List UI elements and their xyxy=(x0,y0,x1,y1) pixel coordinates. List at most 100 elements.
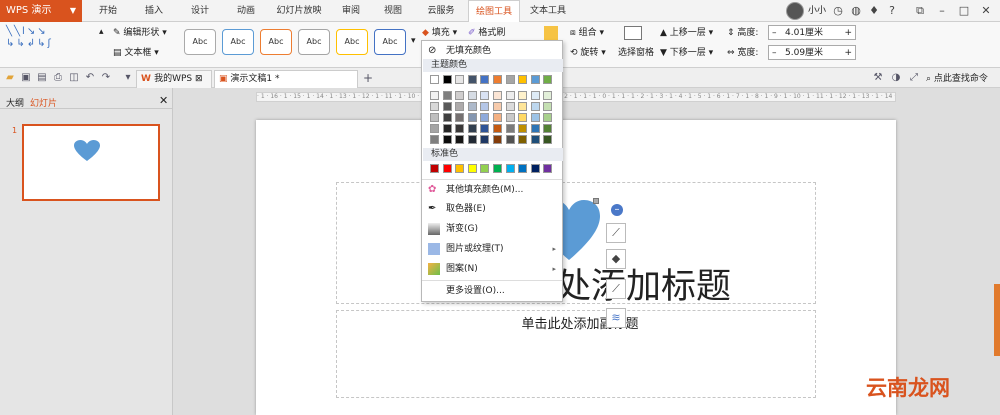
tab-animation[interactable]: 动画 xyxy=(226,0,266,22)
maximize-icon[interactable]: □ xyxy=(956,3,972,19)
shape-style-4[interactable]: Abc xyxy=(298,29,330,55)
more-settings-item[interactable]: 更多设置(O)... xyxy=(422,282,562,300)
standard-color-swatch[interactable] xyxy=(530,164,540,173)
theme-shade-swatch[interactable] xyxy=(442,124,452,133)
standard-color-swatch[interactable] xyxy=(442,164,452,173)
redo-icon[interactable]: ↷ xyxy=(100,72,112,84)
theme-color-swatch[interactable] xyxy=(518,75,528,84)
selection-pane-button[interactable]: 选择窗格 xyxy=(618,46,654,60)
theme-color-swatch[interactable] xyxy=(455,75,465,84)
layers-icon[interactable]: ≋ xyxy=(606,308,626,328)
clock-icon[interactable]: ◷ xyxy=(830,3,846,19)
gallery-scroll-icon[interactable]: ▴ xyxy=(99,25,109,39)
shape-edit-icon[interactable]: ⟋ xyxy=(606,223,626,243)
tab-cloud[interactable]: 云服务 xyxy=(418,0,464,22)
theme-shade-swatch[interactable] xyxy=(543,135,553,144)
theme-shade-swatch[interactable] xyxy=(505,135,515,144)
undo-icon[interactable]: ↶ xyxy=(84,72,96,84)
width-decrement[interactable]: – xyxy=(772,46,777,60)
theme-shade-swatch[interactable] xyxy=(518,124,528,133)
skin-icon[interactable]: ◍ xyxy=(848,3,864,19)
theme-shade-swatch[interactable] xyxy=(467,124,477,133)
theme-shade-swatch[interactable] xyxy=(530,102,540,111)
user-name[interactable]: 小小 xyxy=(808,3,826,19)
theme-color-swatch[interactable] xyxy=(505,75,515,84)
help-icon[interactable]: ? xyxy=(884,3,900,19)
height-stepper[interactable]: – 4.01厘米 + xyxy=(768,25,856,40)
theme-color-swatch[interactable] xyxy=(493,75,502,84)
theme-shade-swatch[interactable] xyxy=(455,113,465,122)
width-increment[interactable]: + xyxy=(844,46,852,60)
height-value[interactable]: 4.01厘米 xyxy=(785,26,823,40)
theme-shade-swatch[interactable] xyxy=(430,91,439,100)
standard-color-swatch[interactable] xyxy=(467,164,477,173)
export-icon[interactable]: ▤ xyxy=(36,72,48,84)
tab-design[interactable]: 设计 xyxy=(180,0,220,22)
theme-shade-swatch[interactable] xyxy=(467,102,477,111)
theme-color-swatch[interactable] xyxy=(530,75,540,84)
tab-my-wps[interactable]: W 我的WPS ⊠ xyxy=(136,70,212,88)
theme-shade-swatch[interactable] xyxy=(505,113,515,122)
theme-shade-swatch[interactable] xyxy=(442,113,452,122)
gradient-item[interactable]: 渐变(G) xyxy=(422,220,562,238)
theme-color-swatch[interactable] xyxy=(467,75,477,84)
theme-shade-swatch[interactable] xyxy=(493,91,502,100)
theme-shade-swatch[interactable] xyxy=(430,124,439,133)
theme-shade-swatch[interactable] xyxy=(530,91,540,100)
theme-shade-swatch[interactable] xyxy=(493,113,502,122)
picture-texture-item[interactable]: 图片或纹理(T) ▸ xyxy=(422,240,562,258)
shape-effect-icon[interactable] xyxy=(544,26,558,40)
command-search[interactable]: ⌕ 点此查找命令 xyxy=(926,72,996,86)
height-decrement[interactable]: – xyxy=(772,26,777,40)
theme-shade-swatch[interactable] xyxy=(543,113,553,122)
theme-color-swatch[interactable] xyxy=(430,75,439,84)
theme-shade-swatch[interactable] xyxy=(480,113,490,122)
standard-color-swatch[interactable] xyxy=(543,164,553,173)
theme-shade-swatch[interactable] xyxy=(430,113,439,122)
selection-handle-top-right[interactable] xyxy=(593,198,599,204)
standard-color-swatch[interactable] xyxy=(518,164,528,173)
minimize-icon[interactable]: – xyxy=(934,3,950,19)
theme-shade-swatch[interactable] xyxy=(430,135,439,144)
standard-color-swatch[interactable] xyxy=(455,164,465,173)
bring-forward-button[interactable]: ▲ 上移一层 ▾ xyxy=(660,26,713,40)
slide-subtitle[interactable]: 单击此处添加副标题 xyxy=(450,313,710,332)
open-icon[interactable]: ▰ xyxy=(4,72,16,84)
shape-style-2[interactable]: Abc xyxy=(222,29,254,55)
theme-shade-swatch[interactable] xyxy=(480,135,490,144)
theme-shade-swatch[interactable] xyxy=(480,124,490,133)
text-box-button[interactable]: ▤ 文本框 ▾ xyxy=(113,46,159,60)
theme-shade-swatch[interactable] xyxy=(455,91,465,100)
save-icon[interactable]: ▣ xyxy=(20,72,32,84)
close-tab-icon[interactable]: ⊠ xyxy=(195,74,203,84)
theme-shade-swatch[interactable] xyxy=(467,91,477,100)
theme-shade-swatch[interactable] xyxy=(442,102,452,111)
print-icon[interactable]: ⎙ xyxy=(52,72,64,84)
close-icon[interactable]: ✕ xyxy=(978,3,994,19)
tab-drawing-tools[interactable]: 绘图工具 xyxy=(468,0,520,22)
theme-shade-swatch[interactable] xyxy=(430,102,439,111)
theme-shade-swatch[interactable] xyxy=(442,135,452,144)
tool-c-icon[interactable]: ⤢ xyxy=(908,72,920,84)
shape-style-5[interactable]: Abc xyxy=(336,29,368,55)
tab-view[interactable]: 视图 xyxy=(374,0,412,22)
theme-shade-swatch[interactable] xyxy=(505,124,515,133)
theme-color-swatch[interactable] xyxy=(442,75,452,84)
selection-pane-icon[interactable] xyxy=(624,26,642,40)
theme-shade-swatch[interactable] xyxy=(530,113,540,122)
tool-b-icon[interactable]: ◑ xyxy=(890,72,902,84)
pattern-item[interactable]: 图案(N) ▸ xyxy=(422,260,562,278)
theme-shade-swatch[interactable] xyxy=(518,113,528,122)
restore-icon[interactable]: ⧉ xyxy=(912,3,928,19)
theme-shade-swatch[interactable] xyxy=(493,135,502,144)
send-backward-button[interactable]: ▼ 下移一层 ▾ xyxy=(660,46,713,60)
style-more-icon[interactable]: ▾ xyxy=(411,34,416,48)
vertical-scrollbar[interactable] xyxy=(994,284,1000,356)
shape-style-6[interactable]: Abc xyxy=(374,29,406,55)
theme-shade-swatch[interactable] xyxy=(493,124,502,133)
theme-shade-swatch[interactable] xyxy=(530,135,540,144)
preview-icon[interactable]: ◫ xyxy=(68,72,80,84)
tab-text-tools[interactable]: 文本工具 xyxy=(522,0,574,22)
tool-a-icon[interactable]: ⚒ xyxy=(872,72,884,84)
slide-thumbnail[interactable] xyxy=(22,124,160,201)
